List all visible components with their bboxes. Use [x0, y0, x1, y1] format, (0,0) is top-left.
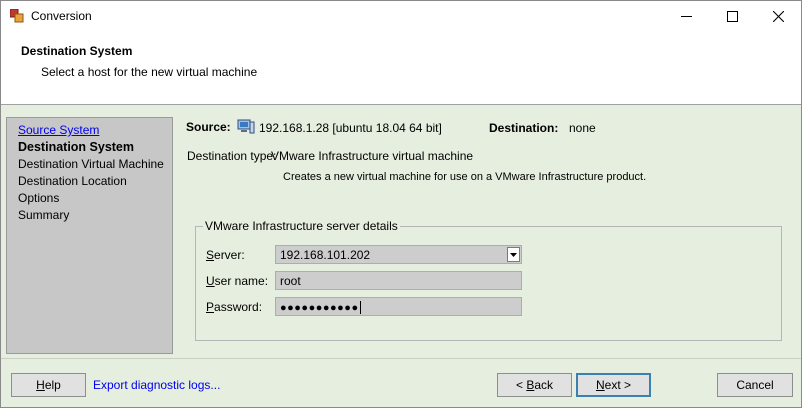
header-subtitle: Select a host for the new virtual machin…	[41, 65, 258, 79]
source-label: Source:	[186, 120, 231, 134]
server-select[interactable]: 192.168.101.202	[275, 245, 522, 264]
main-content: Source: 192.168.1.28 [ubuntu 18.04 64 bi…	[181, 115, 797, 355]
nav-item-summary: Summary	[18, 208, 70, 222]
back-rest: ack	[534, 378, 554, 392]
computer-icon	[237, 119, 255, 134]
next-accel: N	[595, 378, 605, 392]
vmware-converter-icon	[10, 9, 24, 23]
help-button[interactable]: Help	[11, 373, 86, 397]
server-label: Server:	[206, 248, 245, 262]
minimize-icon	[680, 16, 692, 17]
destination-type-description: Creates a new virtual machine for use on…	[283, 171, 647, 183]
nav-item-destination-system: Destination System	[18, 140, 135, 154]
source-value: 192.168.1.28 [ubuntu 18.04 64 bit]	[259, 121, 442, 135]
server-value: 192.168.101.202	[280, 248, 371, 262]
help-rest: elp	[44, 378, 61, 392]
maximize-icon	[726, 11, 738, 22]
header-title: Destination System	[21, 44, 133, 58]
password-label: Password:	[206, 300, 262, 314]
next-button[interactable]: Next >	[576, 373, 651, 397]
wizard-steps-nav: Source System Destination System Destina…	[6, 117, 173, 354]
destination-value: none	[569, 121, 596, 135]
back-accel: B	[526, 378, 535, 392]
back-prefix: <	[515, 378, 527, 392]
next-rest: ext >	[604, 378, 632, 392]
username-label-rest: ser name:	[214, 274, 269, 288]
window-title: Conversion	[31, 9, 92, 23]
server-details-group: VMware Infrastructure server details Ser…	[195, 219, 782, 341]
cancel-button[interactable]: Cancel	[717, 373, 793, 397]
server-label-accel: S	[206, 248, 215, 262]
help-accel: H	[36, 378, 45, 392]
password-field[interactable]: ●●●●●●●●●●●	[275, 297, 522, 316]
destination-label: Destination:	[489, 121, 559, 135]
close-button[interactable]	[755, 1, 801, 32]
export-diagnostic-logs-link[interactable]: Export diagnostic logs...	[93, 378, 220, 392]
nav-item-destination-location: Destination Location	[18, 174, 127, 188]
nav-item-source-system[interactable]: Source System	[18, 122, 172, 139]
server-label-rest: erver:	[214, 248, 245, 262]
destination-type-label: Destination type:	[187, 149, 277, 163]
username-label: User name:	[206, 274, 268, 288]
back-button[interactable]: < Back	[497, 373, 572, 397]
password-label-accel: P	[206, 300, 215, 314]
wizard-header: Destination System Select a host for the…	[1, 32, 801, 105]
chevron-down-icon	[510, 252, 517, 257]
username-label-accel: U	[206, 274, 215, 288]
server-dropdown-button[interactable]	[507, 247, 520, 262]
username-field[interactable]: root	[275, 271, 522, 290]
nav-item-destination-virtual-machine: Destination Virtual Machine	[18, 157, 164, 171]
conversion-window: Conversion Destination System Select a h…	[0, 0, 802, 408]
minimize-button[interactable]	[663, 1, 709, 32]
nav-item-options: Options	[18, 191, 60, 205]
maximize-button[interactable]	[709, 1, 755, 32]
destination-type-value: VMware Infrastructure virtual machine	[271, 149, 474, 163]
close-icon	[772, 11, 784, 22]
username-value: root	[280, 274, 301, 288]
password-value: ●●●●●●●●●●●	[280, 302, 359, 314]
wizard-footer: Help Export diagnostic logs... < Back Ne…	[1, 358, 801, 407]
password-label-rest: assword:	[214, 300, 263, 314]
title-bar[interactable]: Conversion	[1, 1, 801, 32]
server-details-legend: VMware Infrastructure server details	[203, 219, 400, 233]
text-caret	[359, 301, 361, 315]
